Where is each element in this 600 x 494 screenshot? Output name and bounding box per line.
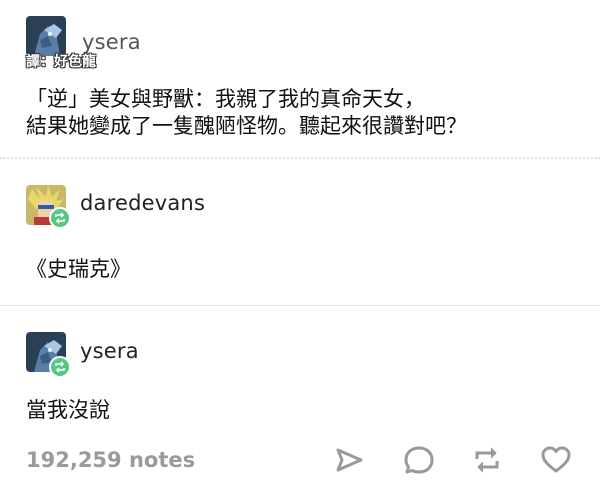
reply-icon[interactable] <box>402 443 436 477</box>
reblog-text-2: 當我沒說 <box>26 398 110 422</box>
reblog-divider-1 <box>0 305 600 306</box>
reblog-icon <box>55 212 65 224</box>
translator-credit: 譯：好色龍 <box>26 54 96 70</box>
reblog-text-1: 《史瑞克》 <box>26 257 131 281</box>
like-icon[interactable] <box>539 443 573 477</box>
reblog-badge-2 <box>49 356 71 378</box>
reblog-icon <box>55 361 65 373</box>
share-icon[interactable] <box>332 443 366 477</box>
post-body-line-1: 「逆」美女與野獸：我親了我的真命天女， <box>26 87 425 111</box>
reblog-icon[interactable] <box>470 443 504 477</box>
post-body-line-2: 結果她變成了一隻醜陋怪物。聽起來很讚對吧？ <box>26 114 467 138</box>
avatar-ysera[interactable] <box>26 16 66 56</box>
reblog-badge-1 <box>49 207 71 229</box>
reblog-author-2[interactable]: ysera <box>80 339 139 363</box>
reblog-author-1[interactable]: daredevans <box>80 191 205 215</box>
post-divider <box>0 157 600 159</box>
notes-count[interactable]: 192,259 notes <box>26 448 195 472</box>
